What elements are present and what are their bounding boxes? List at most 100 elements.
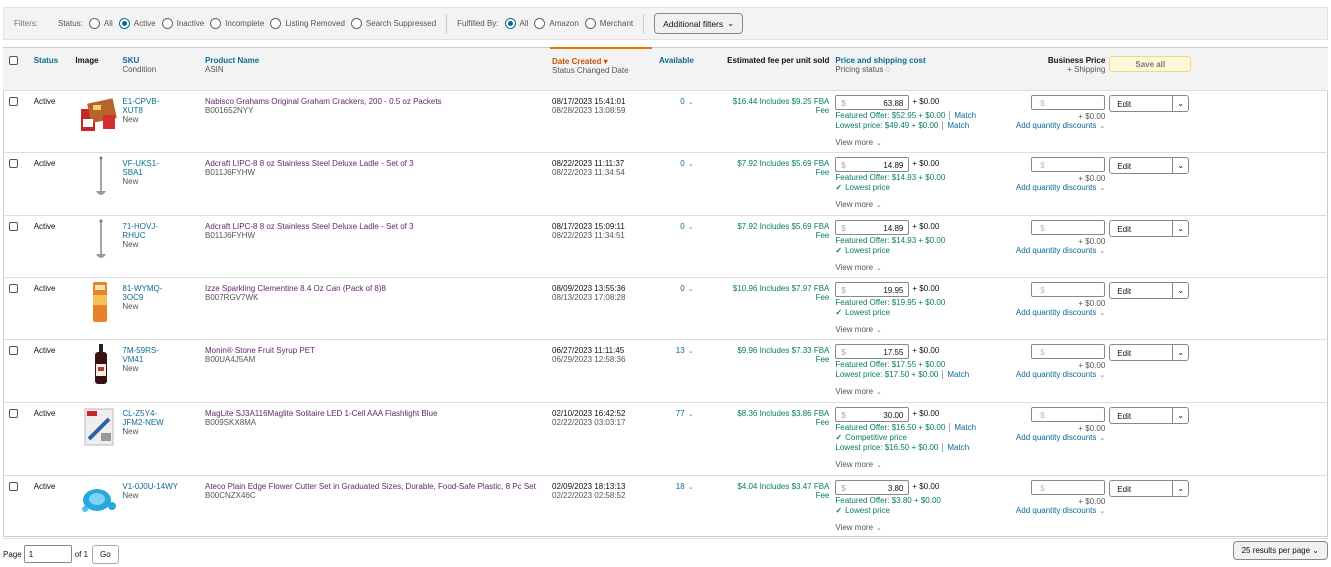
edit-menu-button[interactable]: ⌄ <box>1172 344 1188 360</box>
edit-menu-button[interactable]: ⌄ <box>1172 480 1188 496</box>
available-dropdown[interactable]: 0 ⌄ <box>680 284 693 293</box>
view-more-link[interactable]: View more ⌄ <box>835 325 1009 334</box>
row-checkbox[interactable] <box>9 221 18 231</box>
fulfilled-radio[interactable] <box>534 18 546 29</box>
go-button[interactable]: Go <box>92 544 119 564</box>
save-all-button[interactable]: Save all <box>1109 56 1192 72</box>
available-dropdown[interactable]: 0 ⌄ <box>680 97 693 106</box>
business-price-input[interactable]: $ <box>1031 406 1106 422</box>
sku-link[interactable]: 81-WYMQ-3OC9 <box>122 284 179 302</box>
sku-link[interactable]: VF-UKS1-SBA1 <box>122 159 179 177</box>
ladle-image[interactable] <box>79 218 119 262</box>
sku-link[interactable]: 71-HOVJ-RHUC <box>122 222 179 240</box>
edit-button[interactable]: Edit <box>1110 408 1172 423</box>
row-checkbox[interactable] <box>9 481 18 491</box>
view-more-link[interactable]: View more ⌄ <box>835 387 1009 396</box>
edit-button[interactable]: Edit <box>1110 96 1172 111</box>
available-header[interactable]: Available <box>651 48 724 91</box>
view-more-link[interactable]: View more ⌄ <box>835 200 1009 209</box>
edit-menu-button[interactable]: ⌄ <box>1172 157 1188 173</box>
match-price-link[interactable]: Match <box>949 110 977 120</box>
business-price-input[interactable]: $ <box>1031 479 1106 495</box>
graham-crackers-box-image[interactable] <box>79 93 119 137</box>
available-dropdown[interactable]: 13 ⌄ <box>676 346 694 355</box>
match-price-link[interactable]: Match <box>942 120 970 130</box>
business-price-input[interactable]: $ <box>1031 343 1106 359</box>
status-radio[interactable] <box>210 18 222 29</box>
status-radio[interactable] <box>161 18 173 29</box>
cutter-set-image[interactable] <box>79 478 119 522</box>
row-checkbox[interactable] <box>9 96 18 106</box>
add-quantity-discounts-link[interactable]: Add quantity discounts ⌄ <box>1010 506 1105 515</box>
fulfilled-radio[interactable] <box>504 18 516 29</box>
product-name-link[interactable]: Monin® Stone Fruit Syrup PET <box>205 346 550 355</box>
price-input[interactable]: $14.89 <box>835 156 910 172</box>
row-checkbox[interactable] <box>9 345 18 355</box>
sku-header[interactable]: SKU Condition <box>119 48 179 91</box>
product-name-link[interactable]: Adcraft LIPC-8 8 oz Stainless Steel Delu… <box>205 159 550 168</box>
edit-menu-button[interactable]: ⌄ <box>1172 407 1188 423</box>
status-radio[interactable] <box>118 18 130 29</box>
price-input[interactable]: $14.89 <box>835 219 910 235</box>
izze-can-image[interactable] <box>79 280 119 324</box>
sku-link[interactable]: 7M-59RS-VM41 <box>122 346 179 364</box>
product-name-link[interactable]: Ateco Plain Edge Flower Cutter Set in Gr… <box>205 482 550 491</box>
select-all-checkbox[interactable] <box>9 56 18 65</box>
price-input[interactable]: $17.55 <box>835 343 910 359</box>
additional-filters-button[interactable]: Additional filters ⌄ <box>654 13 744 34</box>
available-dropdown[interactable]: 18 ⌄ <box>676 482 694 491</box>
business-price-input[interactable]: $ <box>1031 94 1106 110</box>
sku-link[interactable]: V1-0J0U-14WY <box>122 482 179 491</box>
product-name-link[interactable]: Nabisco Grahams Original Graham Crackers… <box>205 97 550 106</box>
row-checkbox[interactable] <box>9 158 18 168</box>
status-header[interactable]: Status <box>33 48 76 91</box>
price-input[interactable]: $19.95 <box>835 281 910 297</box>
status-radio[interactable] <box>350 18 362 29</box>
price-header[interactable]: Price and shipping cost Pricing status ◌ <box>829 48 1010 91</box>
price-input[interactable]: $30.00 <box>835 406 910 422</box>
results-per-page-select[interactable]: 25 results per page ⌄ <box>1232 541 1328 560</box>
available-dropdown[interactable]: 77 ⌄ <box>676 409 694 418</box>
ladle-image[interactable] <box>79 155 119 199</box>
price-input[interactable]: $63.88 <box>835 94 910 110</box>
add-quantity-discounts-link[interactable]: Add quantity discounts ⌄ <box>1010 246 1105 255</box>
add-quantity-discounts-link[interactable]: Add quantity discounts ⌄ <box>1010 370 1105 379</box>
add-quantity-discounts-link[interactable]: Add quantity discounts ⌄ <box>1010 183 1105 192</box>
add-quantity-discounts-link[interactable]: Add quantity discounts ⌄ <box>1010 121 1105 130</box>
edit-menu-button[interactable]: ⌄ <box>1172 95 1188 111</box>
row-checkbox[interactable] <box>9 283 18 293</box>
product-name-link[interactable]: Izze Sparkling Clementine 8.4 Oz Can (Pa… <box>205 284 550 293</box>
edit-menu-button[interactable]: ⌄ <box>1172 220 1188 236</box>
business-price-input[interactable]: $ <box>1031 156 1106 172</box>
view-more-link[interactable]: View more ⌄ <box>835 263 1009 272</box>
edit-button[interactable]: Edit <box>1110 221 1172 236</box>
date-created-header[interactable]: Date Created ▾ Status Changed Date <box>550 47 652 91</box>
add-quantity-discounts-link[interactable]: Add quantity discounts ⌄ <box>1010 308 1105 317</box>
price-input[interactable]: $3.80 <box>835 479 910 495</box>
edit-button[interactable]: Edit <box>1110 158 1172 173</box>
view-more-link[interactable]: View more ⌄ <box>835 523 1009 532</box>
edit-button[interactable]: Edit <box>1110 345 1172 360</box>
sku-link[interactable]: CL-Z5Y4-JFM2-NEW <box>122 409 179 427</box>
flashlight-pack-image[interactable] <box>79 405 119 449</box>
available-dropdown[interactable]: 0 ⌄ <box>680 159 693 168</box>
fulfilled-radio[interactable] <box>584 18 596 29</box>
edit-button[interactable]: Edit <box>1110 481 1172 496</box>
edit-menu-button[interactable]: ⌄ <box>1172 282 1188 298</box>
view-more-link[interactable]: View more ⌄ <box>835 138 1009 147</box>
edit-button[interactable]: Edit <box>1110 283 1172 298</box>
add-quantity-discounts-link[interactable]: Add quantity discounts ⌄ <box>1010 433 1105 442</box>
product-name-link[interactable]: MagLite SJ3A116Maglite Solitaire LED 1-C… <box>205 409 550 418</box>
status-radio[interactable] <box>88 18 100 29</box>
sku-link[interactable]: E1-CPVB-XUT8 <box>122 97 179 115</box>
product-header[interactable]: Product Name ASIN <box>179 48 551 91</box>
view-more-link[interactable]: View more ⌄ <box>835 460 1009 469</box>
business-price-input[interactable]: $ <box>1031 219 1106 235</box>
page-number-input[interactable]: 1 <box>23 545 72 563</box>
match-price-link[interactable]: Match <box>942 442 970 452</box>
match-price-link[interactable]: Match <box>942 369 970 379</box>
status-radio[interactable] <box>270 18 282 29</box>
product-name-link[interactable]: Adcraft LIPC-8 8 oz Stainless Steel Delu… <box>205 222 550 231</box>
syrup-bottle-image[interactable] <box>79 342 119 386</box>
match-price-link[interactable]: Match <box>949 422 977 432</box>
